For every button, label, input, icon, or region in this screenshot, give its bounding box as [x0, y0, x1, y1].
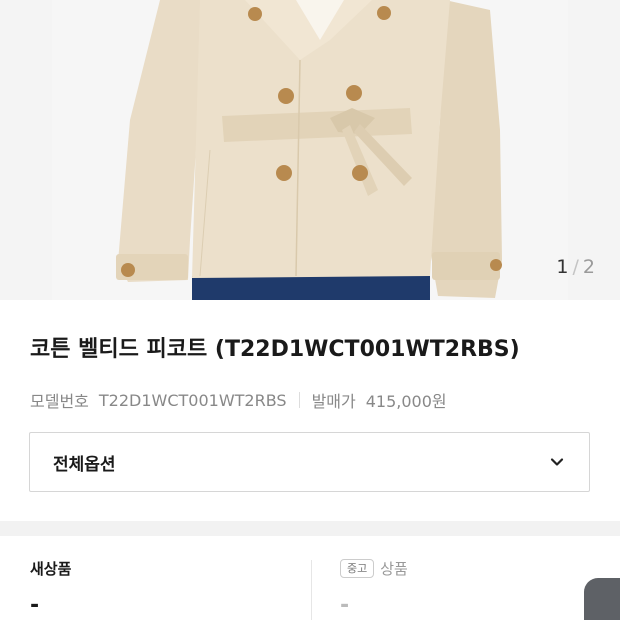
section-divider: [0, 521, 620, 536]
column-divider: [311, 560, 312, 620]
new-price-label: 새상품: [30, 560, 72, 578]
release-price-value: 415,000원: [365, 392, 447, 411]
pager-current: 1: [556, 256, 570, 278]
pager-separator: /: [572, 256, 580, 278]
used-price-column[interactable]: 중고 상품 -: [340, 558, 408, 618]
used-price-label: 상품: [380, 560, 408, 578]
new-price-column[interactable]: 새상품 -: [30, 558, 71, 618]
model-number-value: T22D1WCT001WT2RBS: [98, 390, 287, 410]
floating-action-button[interactable]: [584, 578, 620, 620]
meta-divider: [298, 392, 300, 408]
option-select[interactable]: 전체옵션: [29, 432, 590, 492]
product-meta: 모델번호 T22D1WCT001WT2RBS 발매가 415,000원: [30, 388, 447, 412]
chevron-down-icon: [550, 458, 564, 466]
product-title: 코튼 벨티드 피코트 (T22D1WCT001WT2RBS): [30, 337, 520, 362]
used-price-header: 중고 상품: [340, 558, 408, 579]
image-pager: 1/2: [556, 256, 596, 278]
model-number-label: 모델번호: [30, 392, 89, 411]
product-image-carousel[interactable]: 1/2: [0, 0, 620, 300]
used-price-value: -: [340, 593, 350, 618]
release-price-label: 발매가: [311, 392, 356, 411]
used-badge: 중고: [340, 559, 375, 578]
new-price-value: -: [30, 593, 40, 618]
option-select-label: 전체옵션: [53, 454, 116, 475]
trench-coat-photo: [52, 0, 568, 300]
pager-total: 2: [582, 256, 596, 278]
